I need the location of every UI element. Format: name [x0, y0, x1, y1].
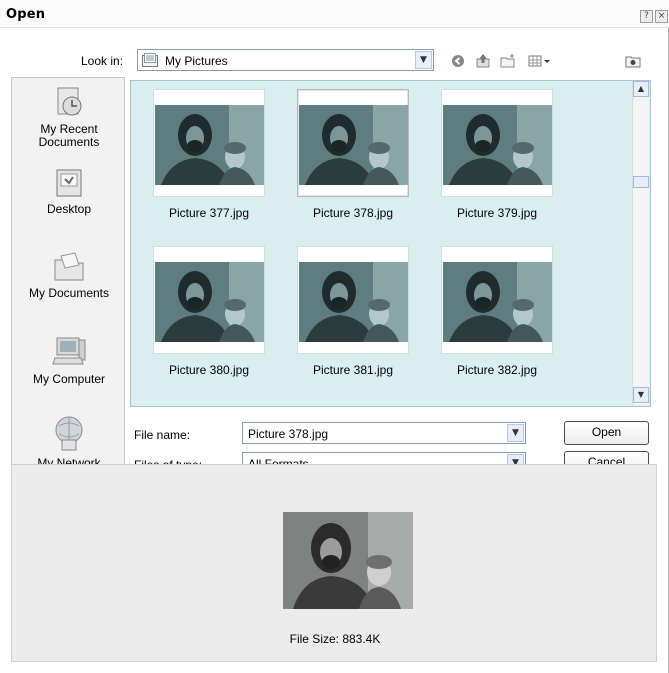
look-in-combobox[interactable]: My Pictures ▼ [137, 49, 434, 71]
places-bar: My Recent Documents Desktop My Documents [11, 77, 126, 470]
open-dialog: Open ? × Look in: My Pictures ▼ My Recen… [0, 0, 669, 673]
back-icon[interactable] [449, 53, 467, 69]
new-folder-icon[interactable] [499, 53, 517, 69]
file-name-label: File name: [134, 428, 191, 442]
recent-documents-icon [57, 87, 82, 116]
title-bar: Open ? × [0, 0, 669, 28]
file-name-input[interactable]: Picture 378.jpg ▼ [242, 422, 526, 444]
file-name-caption: Picture 379.jpg [456, 206, 538, 220]
place-desktop[interactable]: Desktop [12, 166, 126, 216]
window-title: Open [6, 7, 46, 22]
place-my-documents[interactable]: My Documents [12, 250, 126, 300]
views-menu-icon[interactable] [528, 53, 552, 69]
chevron-down-icon[interactable]: ▼ [507, 424, 524, 442]
up-folder-icon[interactable] [474, 53, 492, 69]
open-button[interactable]: Open [564, 421, 649, 445]
file-list: Picture 377.jpg Picture 378.jpg Picture 37… [130, 80, 651, 407]
file-size-text: File Size: 883.4K [289, 632, 381, 646]
scroll-down-icon[interactable]: ▼ [633, 387, 649, 403]
place-label: My Recent Documents [38, 122, 100, 149]
file-name-caption: Picture 380.jpg [168, 363, 250, 377]
look-in-value: My Pictures [165, 54, 228, 68]
desktop-icon [56, 169, 82, 197]
my-computer-icon [52, 337, 86, 365]
preview-pane: File Size: 883.4K [11, 464, 657, 662]
place-label: My Documents [28, 286, 110, 300]
help-button[interactable]: ? [640, 10, 653, 23]
file-thumbnail[interactable] [153, 89, 265, 197]
chevron-down-icon[interactable]: ▼ [415, 51, 432, 69]
file-thumbnail[interactable] [153, 246, 265, 354]
file-thumbnail[interactable] [441, 89, 553, 197]
place-my-computer[interactable]: My Computer [12, 334, 126, 386]
scrollbar-thumb[interactable] [633, 176, 649, 188]
place-label: Desktop [46, 202, 92, 216]
vertical-scrollbar[interactable]: ▲ ▼ [632, 81, 649, 405]
file-name-caption: Picture 377.jpg [168, 206, 250, 220]
file-thumbnail[interactable] [297, 246, 409, 354]
place-label: My Computer [32, 372, 106, 386]
place-recent-documents[interactable]: My Recent Documents [12, 84, 126, 149]
pictures-folder-icon [142, 53, 158, 67]
look-in-label: Look in: [81, 54, 124, 68]
preview-toggle-icon[interactable] [624, 53, 642, 69]
preview-image [283, 512, 413, 609]
file-name-caption: Picture 378.jpg [312, 206, 394, 220]
my-documents-icon [54, 252, 84, 281]
place-my-network[interactable]: My Network [12, 412, 126, 470]
file-name-caption: Picture 382.jpg [456, 363, 538, 377]
close-button[interactable]: × [655, 10, 668, 23]
file-thumbnail[interactable] [297, 89, 409, 197]
file-name-caption: Picture 381.jpg [312, 363, 394, 377]
my-network-icon [55, 416, 83, 451]
file-name-value: Picture 378.jpg [248, 427, 329, 441]
file-thumbnail[interactable] [441, 246, 553, 354]
scroll-up-icon[interactable]: ▲ [633, 81, 649, 97]
